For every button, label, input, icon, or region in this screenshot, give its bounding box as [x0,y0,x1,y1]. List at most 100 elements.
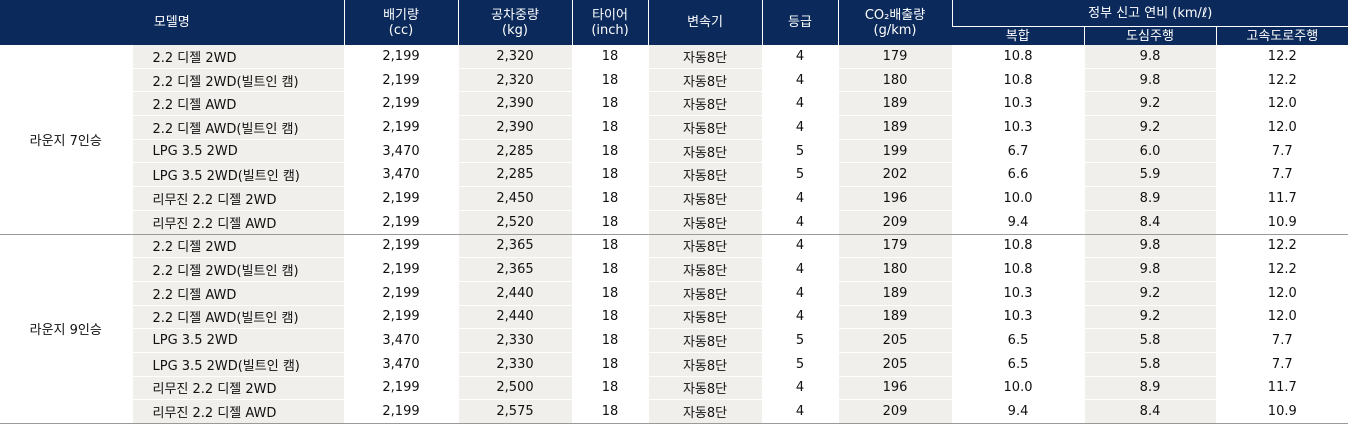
cell-city: 8.4 [1083,210,1217,235]
cell-combined: 6.7 [951,139,1085,164]
cell-co2: 189 [837,305,953,330]
cell-grade: 4 [761,305,839,330]
cell-model: LPG 3.5 2WD [131,139,345,164]
group-label: 라운지 7인승 [0,45,132,235]
cell-city: 9.2 [1083,115,1217,140]
cell-tire: 18 [571,376,649,401]
cell-transmission: 자동8단 [647,91,763,117]
table-row: 2.2 디젤 AWD 2,199 2,440 18 자동8단 4 189 10.3 9.2 12.… [0,281,1348,306]
cell-city: 5.9 [1083,162,1217,188]
cell-tire: 18 [571,305,649,330]
table-body: 라운지 7인승 2.2 디젤 2WD 2,199 2,320 18 자동8단 4 179 10.… [0,45,1348,424]
cell-highway: 10.9 [1215,399,1348,424]
cell-tire: 18 [571,45,649,69]
table-row: 2.2 디젤 2WD(빌트인 캠) 2,199 2,365 18 자동8단 4 180 10.… [0,257,1348,282]
cell-tire: 18 [571,281,649,306]
cell-co2: 196 [837,186,953,211]
cell-co2: 179 [837,234,953,259]
cell-displacement: 2,199 [343,186,459,211]
cell-displacement: 3,470 [343,162,459,188]
table-row: 2.2 디젤 2WD(빌트인 캠) 2,199 2,320 18 자동8단 4 180 10.… [0,68,1348,93]
cell-combined: 10.3 [951,115,1085,140]
header-tire-label: 타이어 [592,7,628,23]
cell-combined: 6.5 [951,352,1085,377]
cell-displacement: 2,199 [343,281,459,306]
cell-displacement: 2,199 [343,234,459,259]
cell-model: 2.2 디젤 2WD(빌트인 캠) [131,257,345,282]
cell-model: 2.2 디젤 2WD [131,234,345,259]
cell-transmission: 자동8단 [647,281,763,306]
cell-grade: 4 [761,91,839,117]
cell-city: 9.8 [1083,234,1217,259]
cell-tire: 18 [571,186,649,211]
cell-transmission: 자동8단 [647,352,763,377]
cell-transmission: 자동8단 [647,45,763,69]
cell-model: LPG 3.5 2WD(빌트인 캠) [131,162,345,188]
header-co2: CO₂배출량 (g/km) [837,0,953,45]
cell-highway: 12.2 [1215,257,1348,282]
table-row: LPG 3.5 2WD(빌트인 캠) 3,470 2,330 18 자동8단 5 205 6.… [0,352,1348,377]
cell-city: 9.8 [1083,257,1217,282]
cell-combined: 10.0 [951,186,1085,211]
cell-model: 리무진 2.2 디젤 2WD [131,376,345,401]
cell-model: 2.2 디젤 AWD [131,281,345,306]
cell-highway: 7.7 [1215,139,1348,164]
cell-highway: 12.0 [1215,281,1348,306]
table-header: 모델명 배기량 (cc) 공차중량 (kg) 타이어 (inch) 변속기 등급… [0,0,1348,45]
cell-displacement: 2,199 [343,305,459,330]
header-displacement-label: 배기량 [383,7,419,23]
cell-co2: 209 [837,399,953,424]
header-co2-unit: (g/km) [873,22,917,38]
cell-curb-weight: 2,440 [457,305,573,330]
cell-city: 5.8 [1083,328,1217,353]
cell-highway: 12.2 [1215,234,1348,259]
cell-model: 리무진 2.2 디젤 AWD [131,210,345,235]
cell-curb-weight: 2,365 [457,234,573,259]
cell-grade: 4 [761,186,839,211]
cell-curb-weight: 2,330 [457,328,573,353]
header-model: 모델명 [0,0,345,45]
cell-city: 8.4 [1083,399,1217,424]
cell-city: 9.2 [1083,281,1217,306]
cell-curb-weight: 2,500 [457,376,573,401]
cell-highway: 11.7 [1215,186,1348,211]
cell-displacement: 2,199 [343,399,459,424]
cell-highway: 12.0 [1215,305,1348,330]
cell-city: 6.0 [1083,139,1217,164]
cell-highway: 7.7 [1215,352,1348,377]
cell-tire: 18 [571,68,649,93]
cell-combined: 10.8 [951,257,1085,282]
cell-transmission: 자동8단 [647,162,763,188]
cell-model: 2.2 디젤 2WD(빌트인 캠) [131,68,345,93]
header-row-primary: 모델명 배기량 (cc) 공차중량 (kg) 타이어 (inch) 변속기 등급… [0,0,1348,45]
cell-combined: 9.4 [951,399,1085,424]
cell-city: 5.8 [1083,352,1217,377]
table-row: 2.2 디젤 AWD(빌트인 캠) 2,199 2,440 18 자동8단 4 189 10.… [0,305,1348,330]
fuel-economy-spec-table: 모델명 배기량 (cc) 공차중량 (kg) 타이어 (inch) 변속기 등급… [0,0,1348,424]
cell-curb-weight: 2,390 [457,115,573,140]
cell-city: 8.9 [1083,376,1217,401]
cell-combined: 10.3 [951,305,1085,330]
cell-transmission: 자동8단 [647,234,763,259]
cell-combined: 10.8 [951,234,1085,259]
table-row: 2.2 디젤 AWD 2,199 2,390 18 자동8단 4 189 10.3 9.2 12.… [0,91,1348,117]
header-grade: 등급 [761,0,839,45]
cell-co2: 209 [837,210,953,235]
cell-grade: 4 [761,399,839,424]
cell-tire: 18 [571,328,649,353]
cell-city: 9.8 [1083,68,1217,93]
header-curb-weight-unit: (kg) [502,22,528,38]
cell-grade: 4 [761,115,839,140]
cell-transmission: 자동8단 [647,210,763,235]
cell-tire: 18 [571,234,649,259]
cell-highway: 7.7 [1215,328,1348,353]
cell-grade: 5 [761,328,839,353]
cell-city: 8.9 [1083,186,1217,211]
cell-co2: 199 [837,139,953,164]
group-label: 라운지 9인승 [0,234,132,424]
cell-grade: 5 [761,139,839,164]
cell-transmission: 자동8단 [647,257,763,282]
header-curb-weight-label: 공차중량 [491,7,539,23]
cell-displacement: 3,470 [343,328,459,353]
cell-co2: 189 [837,115,953,140]
